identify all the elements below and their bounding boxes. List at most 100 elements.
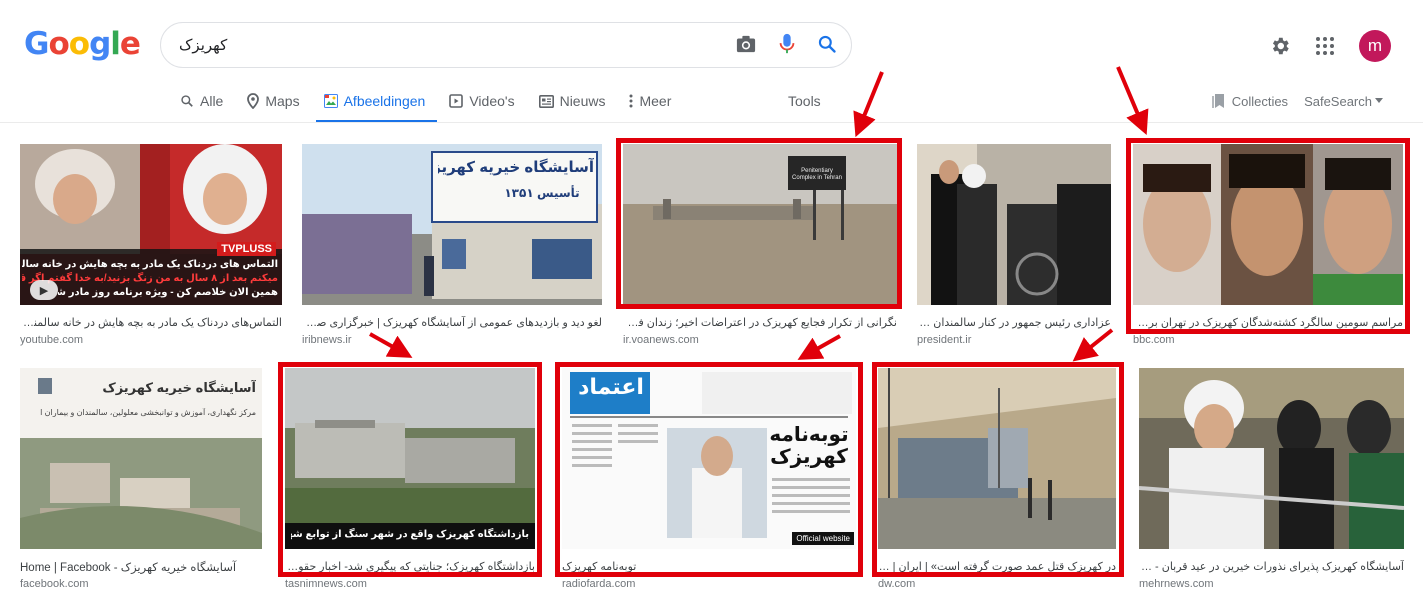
result-caption[interactable]: توبه‌نامه کهریزک bbox=[562, 560, 856, 573]
tools-button[interactable]: Tools bbox=[788, 93, 821, 109]
microphone-icon[interactable] bbox=[779, 33, 795, 55]
official-badge: Official website bbox=[792, 532, 854, 545]
tab-label: Video's bbox=[469, 93, 515, 109]
logo-letter: G bbox=[24, 26, 49, 62]
tab-label: Alle bbox=[200, 93, 224, 109]
tab-news[interactable]: Nieuws bbox=[538, 88, 616, 114]
result-source[interactable]: mehrnews.com bbox=[1139, 578, 1214, 590]
overlay-line: میکنم بعد از ۸ سال به من زنگ بزنید/به خد… bbox=[22, 273, 278, 284]
result-thumbnail[interactable]: اعتماد توبه‌نامه کهریزک Official website bbox=[562, 368, 856, 549]
result-source[interactable]: iribnews.ir bbox=[302, 334, 352, 346]
image-result[interactable]: مراسم سومین سالگرد کشته‌شدگان کهریزک در … bbox=[1133, 144, 1403, 349]
header-divider bbox=[0, 122, 1423, 123]
result-source[interactable]: dw.com bbox=[878, 578, 915, 590]
result-source[interactable]: facebook.com bbox=[20, 578, 88, 590]
tab-images[interactable]: Afbeeldingen bbox=[315, 88, 438, 123]
sign-text: آسایشگاه خیریه کهریزک bbox=[438, 159, 594, 176]
image-result[interactable]: در کهریزک قتل عمد صورت گرفته است» | ایرا… bbox=[878, 368, 1116, 593]
image-result[interactable]: اعتماد توبه‌نامه کهریزک Official website… bbox=[562, 368, 856, 593]
news-icon bbox=[538, 94, 554, 108]
result-thumbnail[interactable]: آسایشگاه خیریه کهریزک تأسیس ۱۳۵۱ bbox=[302, 144, 602, 305]
safesearch-dropdown[interactable]: SafeSearch bbox=[1304, 94, 1383, 109]
result-caption[interactable]: لغو دید و بازدیدهای عمومی از آسایشگاه که… bbox=[302, 316, 602, 329]
overlay-line: التماس های دردناک یک مادر به بچه هایش در… bbox=[22, 259, 278, 270]
google-logo[interactable]: Google bbox=[24, 26, 141, 62]
logo-letter: g bbox=[89, 26, 111, 62]
result-source[interactable]: president.ir bbox=[917, 334, 971, 346]
caret-down-icon bbox=[1375, 98, 1383, 103]
account-avatar[interactable]: m bbox=[1359, 30, 1391, 62]
pin-icon bbox=[247, 93, 260, 109]
overlay-line: همین الان خلاصم کن - ویژه برنامه روز ماد… bbox=[58, 287, 278, 298]
tab-label: Nieuws bbox=[559, 93, 606, 109]
search-icon bbox=[181, 95, 193, 107]
thumbnail-photo bbox=[623, 144, 897, 305]
tab-label: Maps bbox=[265, 93, 300, 109]
image-result[interactable]: عزاداری رئیس جمهور در کنار سالمندان و...… bbox=[917, 144, 1111, 349]
tab-label: Afbeeldingen bbox=[343, 93, 426, 109]
collections-link[interactable]: Collecties bbox=[1211, 93, 1289, 109]
image-result[interactable]: آسایشگاه خیریه کهریزک مرکز نگهداری، آموز… bbox=[20, 368, 262, 593]
tab-more[interactable]: Meer bbox=[629, 88, 681, 114]
result-caption[interactable]: در کهریزک قتل عمد صورت گرفته است» | ایرا… bbox=[878, 560, 1116, 573]
sign-text: Penitentiary Complex in Tehran bbox=[792, 168, 842, 181]
sign-year: تأسیس ۱۳۵۱ bbox=[504, 186, 580, 200]
banner-title: آسایشگاه خیریه کهریزک bbox=[102, 380, 256, 395]
image-result[interactable]: آسایشگاه خیریه کهریزک تأسیس ۱۳۵۱ لغو دید… bbox=[302, 144, 602, 349]
search-icon[interactable] bbox=[817, 34, 837, 54]
search-tabs: Alle Maps Afbeeldingen Video's Nieuws Me… bbox=[180, 88, 695, 123]
result-thumbnail[interactable] bbox=[878, 368, 1116, 549]
search-input[interactable]: کهریزک bbox=[179, 36, 227, 54]
banner-subtitle: مرکز نگهداری، آموزش و توانبخشی معلولین، … bbox=[40, 408, 256, 417]
tab-maps[interactable]: Maps bbox=[247, 88, 309, 114]
tab-videos[interactable]: Video's bbox=[449, 88, 524, 114]
result-thumbnail[interactable] bbox=[917, 144, 1111, 305]
brand-label: TVPLUSS bbox=[217, 242, 276, 257]
play-icon[interactable]: ▶ bbox=[30, 280, 58, 300]
result-caption[interactable]: بازداشتگاه کهریزک؛ جنایتی که پیگیری شد- … bbox=[285, 560, 535, 573]
thumbnail-photo bbox=[285, 368, 535, 549]
result-caption[interactable]: التماس‌های دردناک یک مادر به بچه هایش در… bbox=[20, 316, 282, 329]
result-source[interactable]: tasnimnews.com bbox=[285, 578, 367, 590]
image-result[interactable]: بازداشتگاه کهریزک واقع در شهر سنگ از توا… bbox=[285, 368, 535, 593]
result-thumbnail[interactable]: آسایشگاه خیریه کهریزک مرکز نگهداری، آموز… bbox=[20, 368, 262, 549]
dots-icon bbox=[629, 94, 633, 108]
result-source[interactable]: youtube.com bbox=[20, 334, 83, 346]
search-box[interactable]: کهریزک bbox=[160, 22, 852, 68]
logo-letter: o bbox=[68, 26, 90, 62]
result-source[interactable]: ir.voanews.com bbox=[623, 334, 699, 346]
image-result[interactable]: آسایشگاه کهریزک پذیرای نذورات خیرین در ع… bbox=[1139, 368, 1404, 593]
gear-icon[interactable] bbox=[1269, 35, 1291, 57]
thumbnail-photo bbox=[1133, 144, 1403, 305]
arrow-icon bbox=[853, 71, 884, 138]
logo-letter: o bbox=[48, 26, 69, 62]
collections-label: Collecties bbox=[1231, 93, 1289, 109]
bookmark-icon bbox=[1211, 94, 1224, 108]
result-caption[interactable]: Home | Facebook - آسایشگاه خیریه کهریزک bbox=[20, 560, 262, 574]
result-thumbnail[interactable]: بازداشتگاه کهریزک واقع در شهر سنگ از توا… bbox=[285, 368, 535, 549]
image-result[interactable]: Penitentiary Complex in Tehran نگرانی از… bbox=[623, 144, 897, 349]
newspaper-name: اعتماد bbox=[578, 374, 644, 399]
logo-letter: e bbox=[119, 26, 141, 62]
result-caption[interactable]: عزاداری رئیس جمهور در کنار سالمندان و... bbox=[917, 316, 1111, 329]
result-caption[interactable]: مراسم سومین سالگرد کشته‌شدگان کهریزک در … bbox=[1133, 316, 1403, 329]
logo-letter: l bbox=[110, 26, 121, 62]
overlay-caption: بازداشتگاه کهریزک واقع در شهر سنگ از توا… bbox=[291, 529, 529, 540]
result-thumbnail[interactable]: TVPLUSS التماس های دردناک یک مادر به بچه… bbox=[20, 144, 282, 305]
result-thumbnail[interactable] bbox=[1133, 144, 1403, 305]
image-result[interactable]: TVPLUSS التماس های دردناک یک مادر به بچه… bbox=[20, 144, 282, 349]
image-icon bbox=[323, 94, 338, 108]
result-thumbnail[interactable] bbox=[1139, 368, 1404, 549]
play-icon bbox=[449, 94, 464, 108]
tab-label: Meer bbox=[639, 93, 672, 109]
result-source[interactable]: radiofarda.com bbox=[562, 578, 635, 590]
result-caption[interactable]: نگرانی از تکرار فجایع کهریزک در اعتراضات… bbox=[623, 316, 897, 329]
apps-grid-icon[interactable] bbox=[1315, 36, 1335, 56]
result-source[interactable]: bbc.com bbox=[1133, 334, 1175, 346]
thumbnail-photo bbox=[1139, 368, 1404, 549]
tab-all[interactable]: Alle bbox=[180, 88, 233, 114]
result-thumbnail[interactable]: Penitentiary Complex in Tehran bbox=[623, 144, 897, 305]
camera-icon[interactable] bbox=[735, 34, 757, 54]
result-caption[interactable]: آسایشگاه کهریزک پذیرای نذورات خیرین در ع… bbox=[1139, 560, 1404, 573]
safesearch-label: SafeSearch bbox=[1304, 93, 1372, 109]
